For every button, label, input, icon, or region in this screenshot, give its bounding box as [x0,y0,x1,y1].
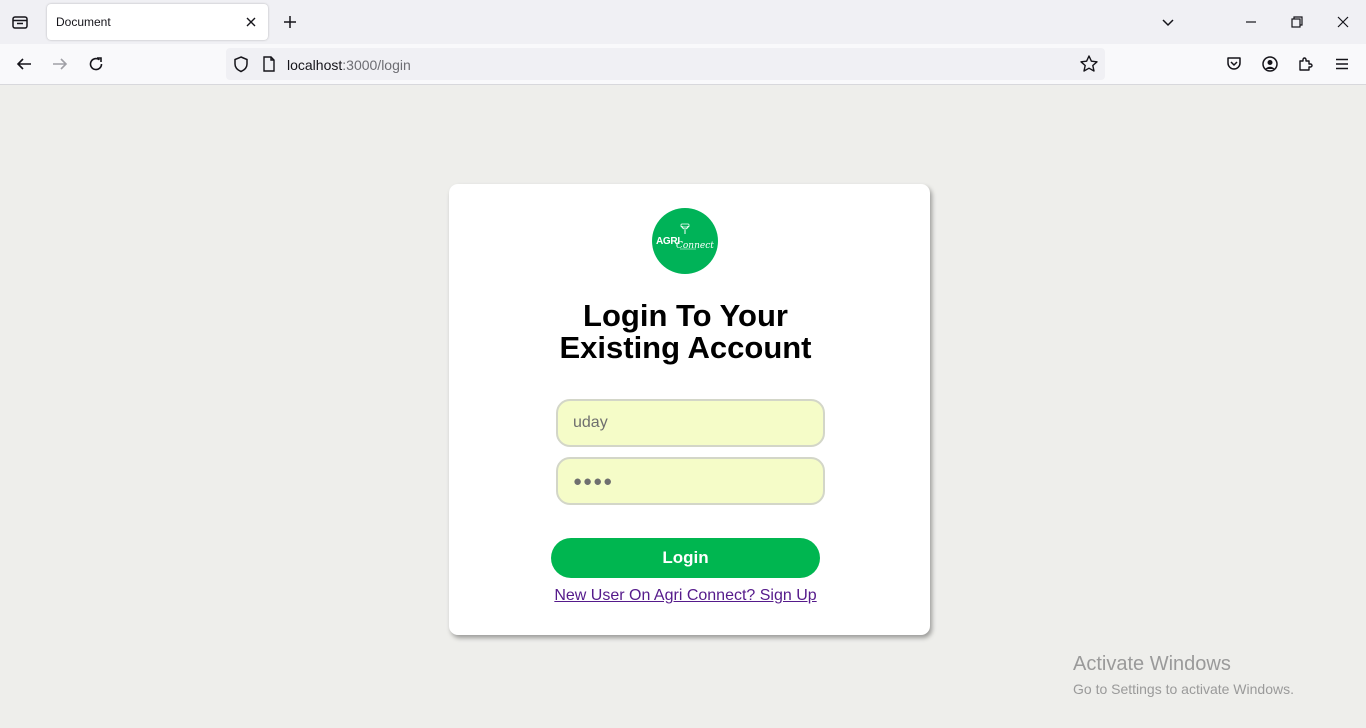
page-viewport: AGRI Connect Login To Your Existing Acco… [0,85,1366,728]
activate-windows-watermark: Activate Windows Go to Settings to activ… [1073,652,1294,698]
password-input[interactable]: ●●●● [556,457,825,505]
star-icon[interactable] [1079,54,1099,74]
tab-bar: Document [0,0,1366,44]
watermark-title: Activate Windows [1073,653,1231,675]
hamburger-icon[interactable] [1330,52,1354,76]
url-host: localhost [287,57,343,73]
watermark-subtitle: Go to Settings to activate Windows. [1073,681,1294,697]
tab-title: Document [56,15,111,29]
account-icon[interactable] [1258,52,1282,76]
minimize-icon[interactable] [1239,10,1263,34]
url-bar[interactable]: localhost:3000/login [226,48,1105,80]
agri-connect-logo: AGRI Connect [652,208,718,274]
puzzle-icon[interactable] [1294,52,1318,76]
url-text[interactable]: localhost:3000/login [287,57,411,73]
arrow-left-icon[interactable] [12,52,36,76]
restore-icon[interactable] [1285,10,1309,34]
page-title: Login To Your Existing Account [449,300,922,364]
plus-icon[interactable] [280,12,300,32]
signup-link[interactable]: New User On Agri Connect? Sign Up [449,587,922,605]
tab-list-icon[interactable] [8,10,32,34]
navigation-bar: localhost:3000/login [0,44,1366,85]
arrow-right-icon[interactable] [48,52,72,76]
close-icon[interactable] [242,13,260,31]
title-line-2: Existing Account [559,330,812,365]
chevron-down-icon[interactable] [1156,10,1180,34]
login-button[interactable]: Login [551,538,820,578]
tab-document[interactable]: Document [47,4,268,40]
username-input[interactable]: uday [556,399,825,447]
pocket-icon[interactable] [1222,52,1246,76]
window-close-icon[interactable] [1331,10,1355,34]
title-line-1: Login To Your [583,298,788,333]
username-value: uday [573,414,608,431]
page-icon[interactable] [261,55,277,73]
reload-icon[interactable] [84,52,108,76]
login-card: AGRI Connect Login To Your Existing Acco… [449,184,930,635]
url-path: :3000/login [342,57,411,73]
shield-icon[interactable] [232,55,250,73]
password-value: ●●●● [573,472,614,490]
login-button-label: Login [662,548,709,567]
logo-text-connect: Connect [676,241,714,251]
